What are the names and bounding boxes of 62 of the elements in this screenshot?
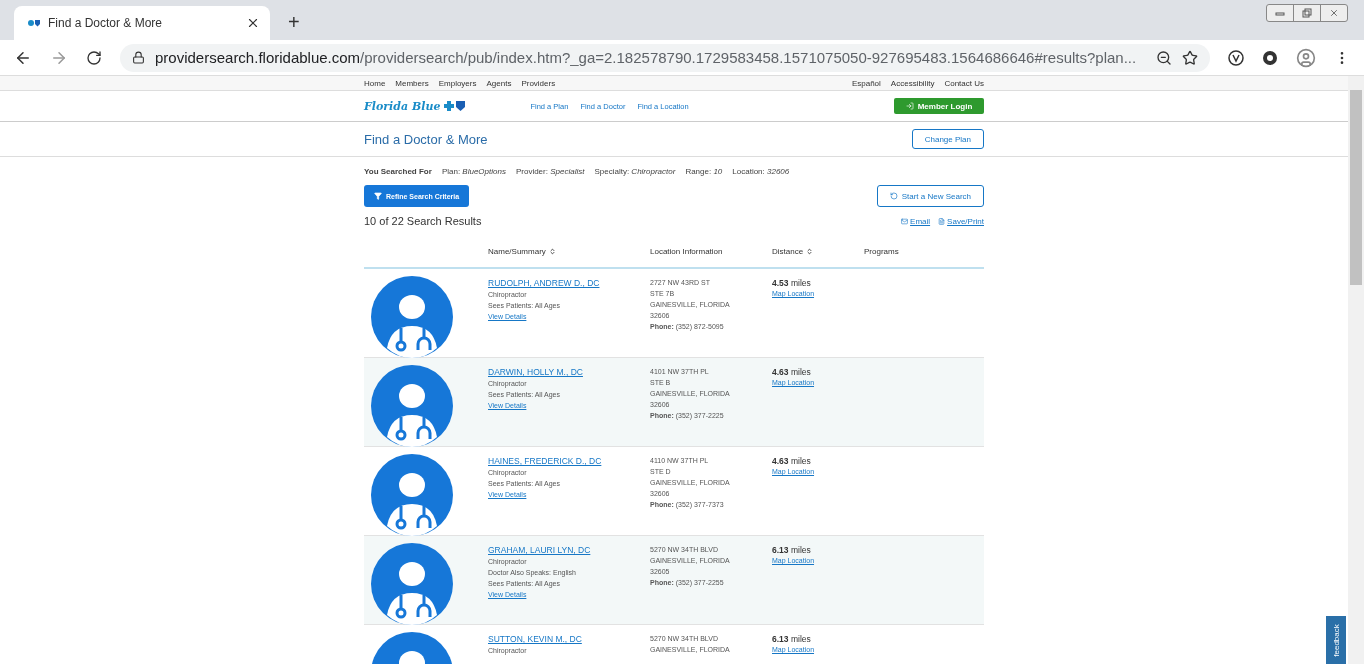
distance-value: 6.13 miles bbox=[772, 545, 812, 555]
search-summary-label: You Searched For bbox=[364, 166, 432, 176]
top-nav-link[interactable]: Accessibility bbox=[890, 78, 935, 88]
member-login-button[interactable]: Member Login bbox=[894, 98, 984, 114]
extension-icon[interactable] bbox=[1228, 49, 1244, 66]
login-icon bbox=[905, 102, 914, 110]
search-criterion: Location: 32606 bbox=[732, 166, 790, 176]
distance-value: 4.63 miles bbox=[772, 367, 812, 377]
top-nav-link[interactable]: Español bbox=[851, 78, 881, 88]
scrollbar[interactable] bbox=[1348, 76, 1364, 664]
provider-name-link[interactable]: GRAHAM, LAURI LYN, DC bbox=[488, 545, 650, 555]
new-tab-button[interactable]: + bbox=[282, 11, 306, 34]
change-plan-button[interactable]: Change Plan bbox=[911, 129, 984, 149]
top-nav-link[interactable]: Agents bbox=[486, 78, 512, 88]
star-icon[interactable] bbox=[1182, 49, 1198, 66]
provider-name-link[interactable]: HAINES, FREDERICK D., DC bbox=[488, 456, 650, 466]
restore-icon[interactable] bbox=[1302, 8, 1312, 18]
search-criterion: Provider: Specialist bbox=[515, 166, 585, 176]
sort-icon[interactable] bbox=[806, 247, 814, 255]
top-nav-link[interactable]: Members bbox=[395, 78, 429, 88]
page-title: Find a Doctor & More bbox=[364, 131, 488, 147]
distance-value: 6.13 miles bbox=[772, 634, 812, 644]
tab-title: Find a Doctor & More bbox=[48, 16, 164, 30]
distance-value: 4.53 miles bbox=[772, 278, 812, 288]
zoom-out-icon[interactable] bbox=[1156, 49, 1172, 66]
top-nav-link[interactable]: Contact Us bbox=[944, 78, 984, 88]
minimize-icon[interactable] bbox=[1275, 10, 1285, 16]
results-count: 10 of 22 Search Results bbox=[364, 215, 482, 227]
column-header[interactable]: Name/Summary bbox=[488, 246, 650, 256]
cross-shield-icon bbox=[444, 101, 467, 111]
document-icon bbox=[938, 217, 946, 225]
email-link[interactable]: Email bbox=[901, 216, 931, 226]
sort-icon[interactable] bbox=[548, 247, 556, 255]
email-icon bbox=[901, 217, 909, 225]
distance-value: 4.63 miles bbox=[772, 456, 812, 466]
filter-icon bbox=[374, 192, 382, 200]
column-header[interactable]: Distance bbox=[772, 246, 864, 256]
search-criterion: Plan: BlueOptions bbox=[441, 166, 506, 176]
account-icon[interactable] bbox=[1296, 47, 1316, 68]
column-header: Programs bbox=[864, 246, 900, 256]
provider-name-link[interactable]: DARWIN, HOLLY M., DC bbox=[488, 367, 650, 377]
browser-tab[interactable]: Find a Doctor & More bbox=[14, 6, 270, 40]
top-nav-link[interactable]: Home bbox=[364, 78, 386, 88]
reload-icon[interactable] bbox=[86, 49, 102, 66]
extension-icon[interactable] bbox=[1262, 49, 1278, 66]
close-icon[interactable] bbox=[246, 16, 260, 30]
search-criterion: Range: 10 bbox=[685, 166, 723, 176]
refresh-icon bbox=[889, 192, 898, 200]
top-nav-link[interactable]: Employers bbox=[438, 78, 477, 88]
provider-name-link[interactable]: SUTTON, KEVIN M., DC bbox=[488, 634, 650, 644]
logo-icon bbox=[28, 19, 40, 27]
top-nav-link[interactable]: Providers bbox=[521, 78, 556, 88]
column-header: Location Information bbox=[650, 246, 724, 256]
logo-text[interactable]: Florida Blue bbox=[364, 99, 441, 113]
new-search-button[interactable]: Start a New Search bbox=[876, 185, 984, 207]
search-criterion: Specialty: Chiropractor bbox=[594, 166, 676, 176]
provider-name-link[interactable]: RUDOLPH, ANDREW D., DC bbox=[488, 278, 650, 288]
window-controls[interactable] bbox=[1266, 4, 1348, 22]
lock-icon bbox=[132, 51, 145, 64]
save-print-link[interactable]: Save/Print bbox=[938, 216, 984, 226]
address-field[interactable]: providersearch.floridablue.com/providersearch/pub/index.htm?_ga=2.182578790.1729583458.1571075050-927695483.1564686646#results?plan... bbox=[120, 43, 1210, 72]
feedback-tab[interactable]: feedback bbox=[1326, 616, 1346, 664]
